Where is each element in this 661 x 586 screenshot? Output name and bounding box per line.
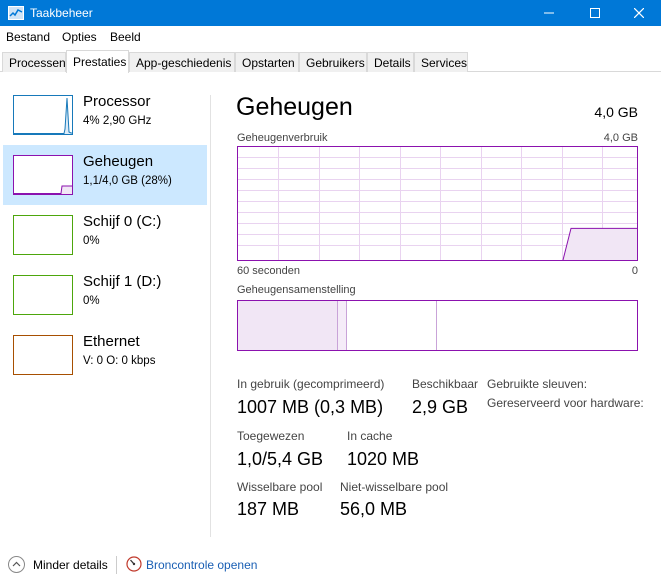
menu-bar: Bestand Opties Beeld	[0, 26, 661, 48]
tab-startup[interactable]: Opstarten	[235, 52, 299, 72]
disk-0-thumbnail	[13, 215, 73, 255]
sidebar-item-label: Schijf 1 (D:)	[83, 273, 162, 290]
sidebar-item-ethernet[interactable]: Ethernet V: 0 O: 0 kbps	[3, 325, 207, 385]
sidebar-item-label: Schijf 0 (C:)	[83, 213, 162, 230]
composition-label: Geheugensamenstelling	[237, 284, 356, 296]
footer-divider	[116, 556, 117, 574]
menu-options[interactable]: Opties	[62, 30, 97, 44]
sidebar-item-label: Geheugen	[83, 153, 154, 170]
window-title: Taakbeheer	[30, 6, 93, 20]
sidebar-item-memory[interactable]: Geheugen 1,1/4,0 GB (28%)	[3, 145, 207, 205]
available-label: Beschikbaar	[412, 377, 479, 391]
composition-standby	[347, 301, 437, 350]
resource-sidebar: Processor 4% 2,90 GHz Geheugen 1,1/4,0 G…	[0, 73, 210, 537]
title-bar: Taakbeheer	[0, 0, 661, 26]
in-use-label: In gebruik (gecomprimeerd)	[237, 377, 385, 391]
composition-modified	[338, 301, 347, 350]
cached-value: 1020 MB	[347, 449, 420, 469]
tab-processes[interactable]: Processen	[2, 52, 66, 72]
in-use-value: 1007 MB (0,3 MB)	[237, 397, 384, 417]
time-axis-left: 60 seconden	[237, 265, 300, 277]
committed-label: Toegewezen	[237, 429, 305, 443]
slots-used-label: Gebruikte sleuven:	[487, 377, 588, 391]
disk-1-thumbnail	[13, 275, 73, 315]
minimize-icon	[544, 12, 554, 14]
sidebar-item-disk-0[interactable]: Schijf 0 (C:) 0%	[3, 205, 207, 265]
tab-services[interactable]: Services	[414, 52, 468, 72]
usage-chart-max: 4,0 GB	[603, 132, 638, 144]
maximize-icon	[590, 8, 600, 18]
tab-performance[interactable]: Prestaties	[66, 50, 129, 73]
memory-composition-bar	[237, 300, 638, 351]
chevron-up-icon[interactable]	[8, 556, 25, 573]
memory-usage-chart	[237, 146, 638, 261]
close-icon	[634, 8, 644, 18]
tab-users[interactable]: Gebruikers	[299, 52, 367, 72]
sidebar-item-disk-1[interactable]: Schijf 1 (D:) 0%	[3, 265, 207, 325]
task-manager-icon	[8, 6, 24, 20]
sidebar-item-processor[interactable]: Processor 4% 2,90 GHz	[3, 85, 207, 145]
paged-pool-value: 187 MB	[237, 499, 300, 519]
resource-monitor-icon[interactable]	[126, 556, 142, 572]
sidebar-item-detail: 1,1/4,0 GB (28%)	[83, 175, 172, 187]
close-button[interactable]	[616, 0, 661, 26]
sidebar-item-label: Ethernet	[83, 333, 140, 350]
usage-chart-label: Geheugenverbruik	[237, 132, 328, 144]
composition-in-use	[238, 301, 338, 350]
sidebar-item-detail: 0%	[83, 235, 100, 247]
tab-details[interactable]: Details	[367, 52, 414, 72]
footer-bar: Minder details Broncontrole openen	[0, 552, 661, 578]
time-axis-right: 0	[631, 265, 638, 277]
non-paged-pool-value: 56,0 MB	[340, 499, 408, 519]
ethernet-thumbnail	[13, 335, 73, 375]
available-value: 2,9 GB	[412, 397, 469, 417]
composition-free	[437, 301, 637, 350]
menu-view[interactable]: Beeld	[110, 30, 141, 44]
processor-thumbnail	[13, 95, 73, 135]
panel-divider	[210, 95, 211, 537]
committed-value: 1,0/5,4 GB	[237, 449, 324, 469]
memory-thumbnail	[13, 155, 73, 195]
total-memory: 4,0 GB	[594, 104, 638, 120]
sidebar-item-label: Processor	[83, 93, 151, 110]
menu-file[interactable]: Bestand	[6, 30, 50, 44]
cached-label: In cache	[347, 429, 393, 443]
fewer-details-link[interactable]: Minder details	[33, 558, 108, 572]
sidebar-item-detail: 4% 2,90 GHz	[83, 115, 152, 127]
memory-usage-area	[563, 228, 637, 260]
hardware-reserved-label: Gereserveerd voor hardware:	[487, 396, 644, 410]
minimize-button[interactable]	[526, 0, 572, 26]
tab-app-history[interactable]: App-geschiedenis	[129, 52, 235, 72]
paged-pool-label: Wisselbare pool	[237, 480, 323, 494]
memory-usage-graph	[238, 147, 637, 260]
open-resource-monitor-link[interactable]: Broncontrole openen	[146, 558, 257, 572]
page-title: Geheugen	[236, 93, 353, 121]
maximize-button[interactable]	[572, 0, 618, 26]
sidebar-item-detail: 0%	[83, 295, 100, 307]
sidebar-item-detail: V: 0 O: 0 kbps	[83, 355, 156, 367]
non-paged-pool-label: Niet-wisselbare pool	[340, 480, 449, 494]
tab-strip: Processen Prestaties App-geschiedenis Op…	[0, 50, 661, 73]
